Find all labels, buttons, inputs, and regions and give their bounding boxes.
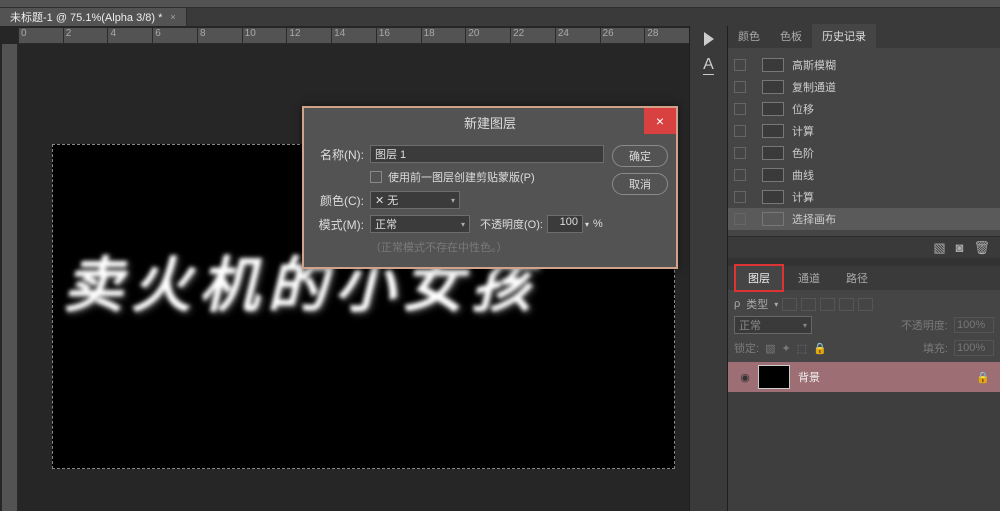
options-bar: [0, 0, 1000, 8]
history-list: 高斯模糊 复制通道 位移 计算 色阶 曲线 计算 选择画布: [728, 48, 1000, 236]
layer-row-background[interactable]: ◉ 背景 🔒: [728, 362, 1000, 392]
chevron-down-icon: ▾: [774, 300, 778, 309]
tab-history[interactable]: 历史记录: [812, 24, 876, 48]
close-icon[interactable]: ×: [170, 12, 175, 22]
cancel-button[interactable]: 取消: [612, 173, 668, 195]
lock-artboard-icon[interactable]: ⬚: [797, 342, 807, 355]
layer-thumbnail[interactable]: [758, 365, 790, 389]
layers-list: ◉ 背景 🔒: [728, 362, 1000, 392]
blend-mode-select[interactable]: 正常▾: [734, 316, 812, 334]
lock-row: 锁定: ▧ ✦ ⬚ 🔒 填充: 100%: [728, 338, 1000, 358]
search-icon: ρ: [734, 298, 740, 310]
lock-label: 锁定:: [734, 340, 759, 356]
trash-icon[interactable]: 🗑: [973, 240, 990, 256]
history-item[interactable]: 高斯模糊: [728, 54, 1000, 76]
mode-select[interactable]: 正常▾: [370, 215, 470, 233]
filter-smart-icon[interactable]: [858, 298, 873, 311]
tab-color[interactable]: 颜色: [728, 24, 770, 48]
panels: 颜色 色板 历史记录 高斯模糊 复制通道 位移 计算 色阶 曲线 计算 选择画布…: [727, 26, 1000, 511]
collapsed-panel-dock: A: [689, 26, 727, 511]
tab-paths[interactable]: 路径: [834, 266, 880, 290]
visibility-eye-icon[interactable]: ◉: [738, 370, 752, 384]
filter-pixel-icon[interactable]: [782, 298, 797, 311]
dialog-close-button[interactable]: ×: [644, 108, 676, 134]
close-icon: ×: [656, 113, 664, 129]
snapshot-icon[interactable]: ▧: [933, 240, 945, 256]
clip-mask-label: 使用前一图层创建剪贴蒙版(P): [388, 169, 535, 185]
layer-filter-row: ρ 类型 ▾: [728, 290, 1000, 312]
chevron-down-icon: ▾: [461, 220, 465, 229]
history-item[interactable]: 色阶: [728, 142, 1000, 164]
tab-channels[interactable]: 通道: [786, 266, 832, 290]
document-tab-title: 未标题-1 @ 75.1%(Alpha 3/8) *: [10, 9, 162, 25]
chevron-down-icon: ▾: [803, 321, 807, 330]
canvas-area: 0246810121416182022242628 卖火机的小女孩 新建图层 ×…: [0, 26, 689, 511]
name-label: 名称(N):: [312, 146, 364, 163]
document-tab[interactable]: 未标题-1 @ 75.1%(Alpha 3/8) * ×: [0, 8, 187, 26]
history-item[interactable]: 复制通道: [728, 76, 1000, 98]
lock-icon: 🔒: [976, 371, 990, 384]
dialog-title: 新建图层 ×: [304, 108, 676, 137]
chevron-down-icon: ▾: [451, 196, 455, 205]
filter-type-icon[interactable]: [820, 298, 835, 311]
top-panel-tabs: 颜色 色板 历史记录: [728, 26, 1000, 48]
fill-label: 填充:: [923, 340, 948, 356]
layer-filter-select[interactable]: ρ 类型 ▾: [734, 296, 778, 312]
ruler-vertical: [2, 44, 18, 511]
chevron-down-icon[interactable]: ▾: [585, 220, 589, 229]
blend-row: 正常▾ 不透明度: 100%: [728, 312, 1000, 338]
layer-opacity-input[interactable]: 100%: [954, 317, 994, 333]
filter-shape-icon[interactable]: [839, 298, 854, 311]
lock-pixels-icon[interactable]: ▧: [765, 342, 775, 355]
camera-icon[interactable]: ◙: [956, 240, 964, 255]
lock-all-icon[interactable]: 🔒: [813, 342, 827, 355]
color-label: 颜色(C):: [312, 192, 364, 209]
opacity-input[interactable]: 100: [547, 215, 583, 233]
history-item[interactable]: 计算: [728, 120, 1000, 142]
play-icon[interactable]: [704, 32, 714, 46]
filter-adjust-icon[interactable]: [801, 298, 816, 311]
lock-position-icon[interactable]: ✦: [781, 342, 790, 355]
color-select[interactable]: ✕ 无▾: [370, 191, 460, 209]
new-layer-dialog: 新建图层 × 名称(N): 图层 1 使用前一图层创建剪贴蒙版(P) 颜色(C)…: [302, 106, 678, 269]
tab-swatches[interactable]: 色板: [770, 24, 812, 48]
opacity-unit: %: [593, 218, 603, 230]
character-panel-icon[interactable]: A: [703, 56, 714, 75]
opacity-label: 不透明度:: [901, 317, 948, 333]
layer-name: 背景: [798, 369, 976, 385]
mode-hint: （正常模式不存在中性色。）: [370, 239, 604, 255]
history-footer: ▧ ◙ 🗑: [728, 236, 1000, 258]
tab-layers[interactable]: 图层: [734, 264, 784, 292]
history-item[interactable]: 选择画布: [728, 208, 1000, 230]
layer-panel-tabs: 图层 通道 路径: [728, 266, 1000, 290]
ruler-horizontal: 0246810121416182022242628: [18, 28, 689, 44]
clip-mask-checkbox[interactable]: [370, 171, 382, 183]
history-item[interactable]: 曲线: [728, 164, 1000, 186]
opacity-label: 不透明度(O):: [480, 216, 543, 232]
history-item[interactable]: 计算: [728, 186, 1000, 208]
ok-button[interactable]: 确定: [612, 145, 668, 167]
mode-label: 模式(M):: [312, 216, 364, 233]
history-item[interactable]: 位移: [728, 98, 1000, 120]
fill-input[interactable]: 100%: [954, 340, 994, 356]
name-input[interactable]: 图层 1: [370, 145, 604, 163]
